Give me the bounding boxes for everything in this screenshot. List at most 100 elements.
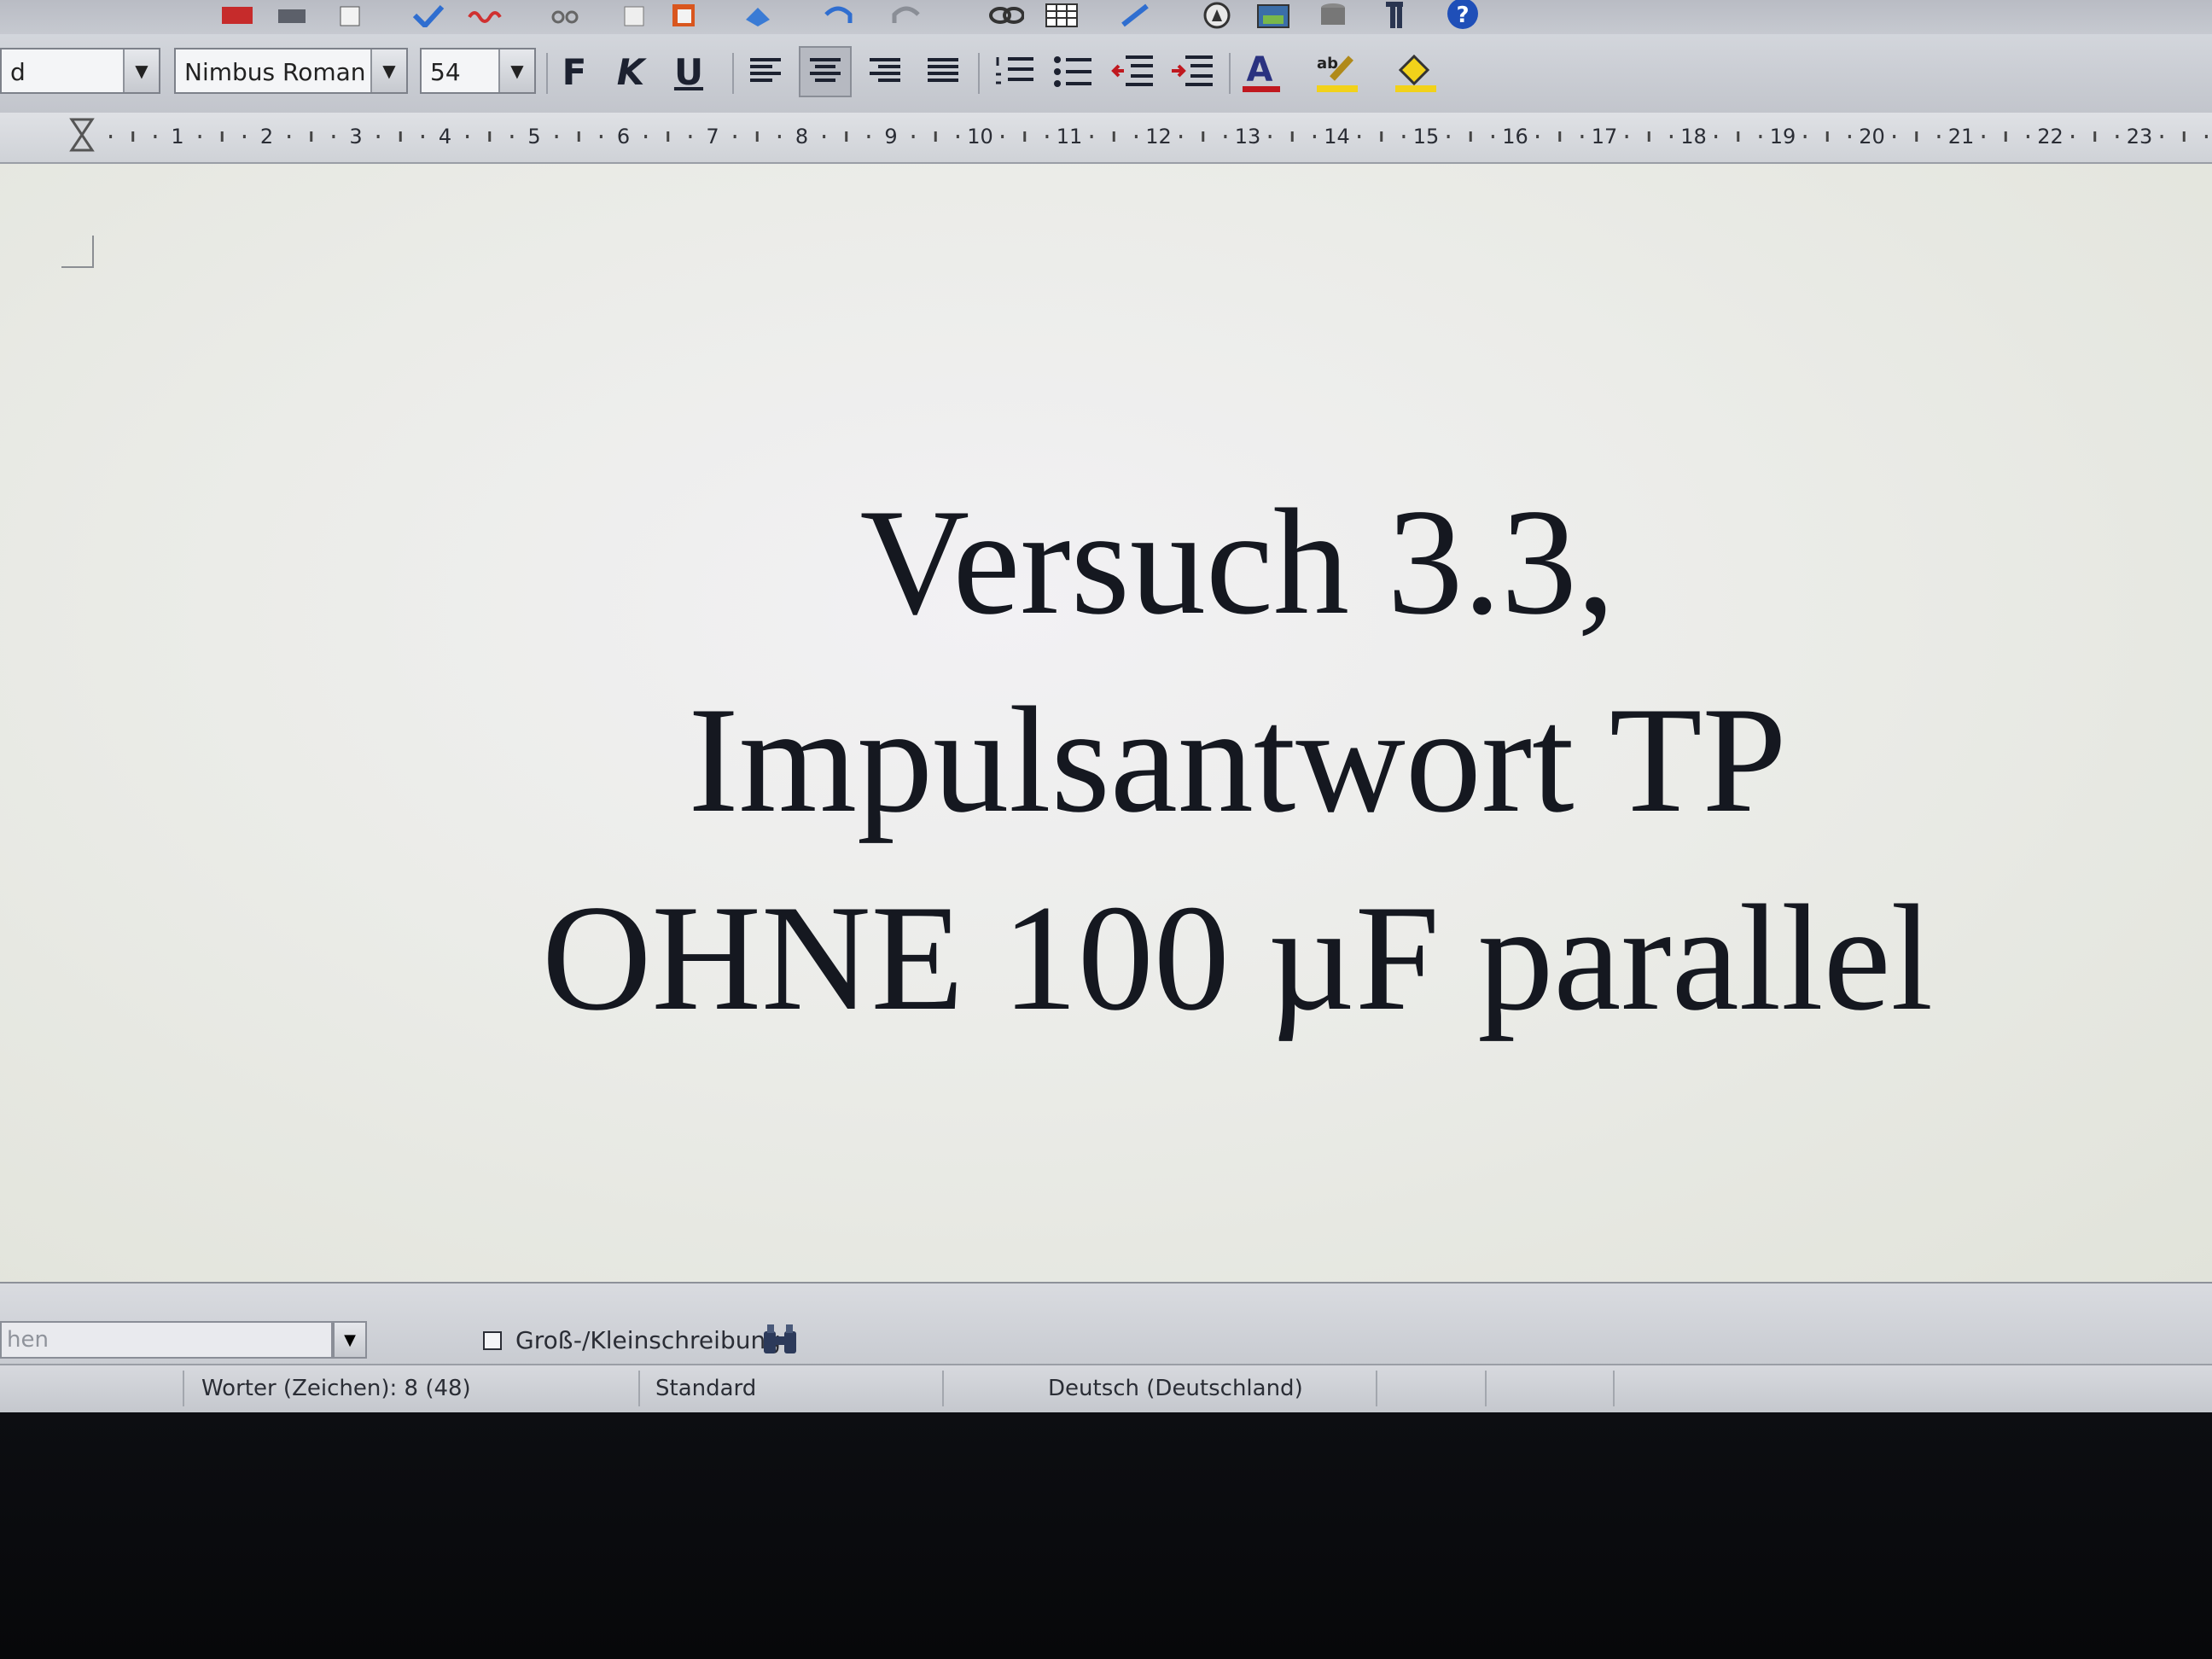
ruler-tick [2004,131,2007,142]
ruler-tick [1469,131,1472,142]
ruler-tick [555,135,558,138]
ruler-number: 1 [171,125,183,148]
document-page[interactable]: Versuch 3.3, Impulsantwort TP OHNE 100 µ… [0,164,2212,1282]
ruler-tick [242,135,246,138]
underline-button[interactable]: U [662,46,715,97]
ruler-tick [198,135,201,138]
document-line[interactable]: Impulsantwort TP [461,661,2014,859]
horizontal-ruler[interactable]: 123456789101112131415161718192021222324 [0,113,2212,164]
ruler-tick [733,135,736,138]
ruler-tick [2116,135,2119,138]
chevron-down-icon[interactable]: ▼ [498,49,534,92]
gallery-icon[interactable] [1254,0,1292,31]
ruler-tick [1202,131,1205,142]
print-icon[interactable] [273,0,311,31]
font-color-button[interactable]: A [1236,46,1289,97]
help-icon[interactable]: ? [1442,0,1480,31]
paragraph-style-value[interactable]: d [10,58,26,86]
toolbar-separator [732,53,734,94]
draw-functions-icon[interactable] [1118,0,1155,31]
cut-icon[interactable] [546,0,584,31]
paragraph-style-combo[interactable]: d ▼ [0,48,160,94]
table-icon[interactable] [1043,0,1080,31]
font-name-value[interactable]: Nimbus Roman [184,58,366,86]
ruler-tick [1669,135,1673,138]
highlighting-button[interactable]: ab [1311,46,1364,97]
ruler-number: 16 [1502,125,1528,148]
undo-icon[interactable] [819,0,857,31]
align-right-button[interactable] [859,46,911,97]
status-separator [1485,1371,1487,1406]
ruler-tick [689,135,692,138]
spellcheck-icon[interactable] [410,0,447,31]
indent-marker-icon[interactable] [69,118,95,152]
find-toolbar: hen ▼ Groß-/Kleinschreibung [0,1282,2212,1365]
redo-icon[interactable] [888,0,925,31]
ruler-number: 6 [617,125,630,148]
align-center-button[interactable] [799,46,852,97]
svg-text:?: ? [1456,3,1469,28]
align-left-button[interactable] [739,46,792,97]
ruler-tick [2182,131,2186,142]
ruler-tick [667,131,670,142]
ruler-tick [2026,135,2029,138]
export-pdf-icon[interactable] [218,0,256,31]
ruler-tick [310,131,313,142]
chevron-down-icon[interactable]: ▼ [370,49,406,92]
binoculars-icon[interactable] [760,1321,802,1359]
document-line[interactable]: Versuch 3.3, [461,463,2014,661]
background-color-button[interactable] [1389,46,1442,97]
increase-indent-icon [1172,55,1213,86]
language-status[interactable]: Deutsch (Deutschland) [1048,1376,1303,1401]
print-preview-icon[interactable] [331,0,369,31]
justify-button[interactable] [917,46,969,97]
chevron-down-icon[interactable]: ▼ [333,1321,367,1359]
font-color-icon: A [1243,50,1280,92]
ruler-tick [376,135,380,138]
document-line[interactable]: OHNE 100 µF parallel [461,859,2014,1057]
ruler-tick [823,135,826,138]
bold-button[interactable]: F [548,46,601,97]
bullets-button[interactable] [1046,46,1099,97]
navigator-icon[interactable] [1198,0,1236,31]
highlighter-icon: ab [1317,55,1358,92]
svg-text:A: A [1247,50,1273,90]
font-size-combo[interactable]: 54 ▼ [420,48,536,94]
ruler-tick [2071,135,2075,138]
match-case-checkbox[interactable] [483,1331,502,1350]
italic-button[interactable]: K [604,46,657,97]
ruler-tick [577,131,580,142]
numbering-button[interactable] [988,46,1041,97]
ruler-tick [911,135,915,138]
status-separator [183,1371,184,1406]
document-body[interactable]: Versuch 3.3, Impulsantwort TP OHNE 100 µ… [461,463,2014,1057]
status-separator [1613,1371,1615,1406]
paste-icon[interactable] [666,0,703,31]
font-size-value[interactable]: 54 [430,58,461,86]
autospellcheck-icon[interactable] [468,0,505,31]
ruler-scale: 123456789101112131415161718192021222324 [69,118,2208,152]
ruler-tick [1915,131,1918,142]
decrease-indent-button[interactable] [1106,46,1159,97]
hyperlink-icon[interactable] [987,0,1024,31]
chevron-down-icon[interactable]: ▼ [123,49,159,92]
numbered-list-icon [996,57,1033,84]
ruler-tick [109,135,113,138]
ruler-tick [2204,135,2208,138]
find-input[interactable]: hen [0,1321,333,1359]
word-count-status[interactable]: Worter (Zeichen): 8 (48) [201,1376,471,1401]
formatting-marks-icon[interactable] [1372,0,1410,31]
page-style-status[interactable]: Standard [655,1376,756,1401]
toolbar-separator [1229,53,1231,94]
ruler-number: 19 [1770,125,1796,148]
clone-formatting-icon[interactable] [739,0,777,31]
text-boundary-corner [61,236,94,268]
ruler-number: 8 [795,125,808,148]
copy-icon[interactable] [616,0,654,31]
increase-indent-button[interactable] [1166,46,1219,97]
data-sources-icon[interactable] [1314,0,1352,31]
font-name-combo[interactable]: Nimbus Roman ▼ [174,48,408,94]
match-case-label[interactable]: Groß-/Kleinschreibung [515,1326,781,1354]
ruler-tick [131,131,135,142]
ruler-number: 2 [260,125,273,148]
